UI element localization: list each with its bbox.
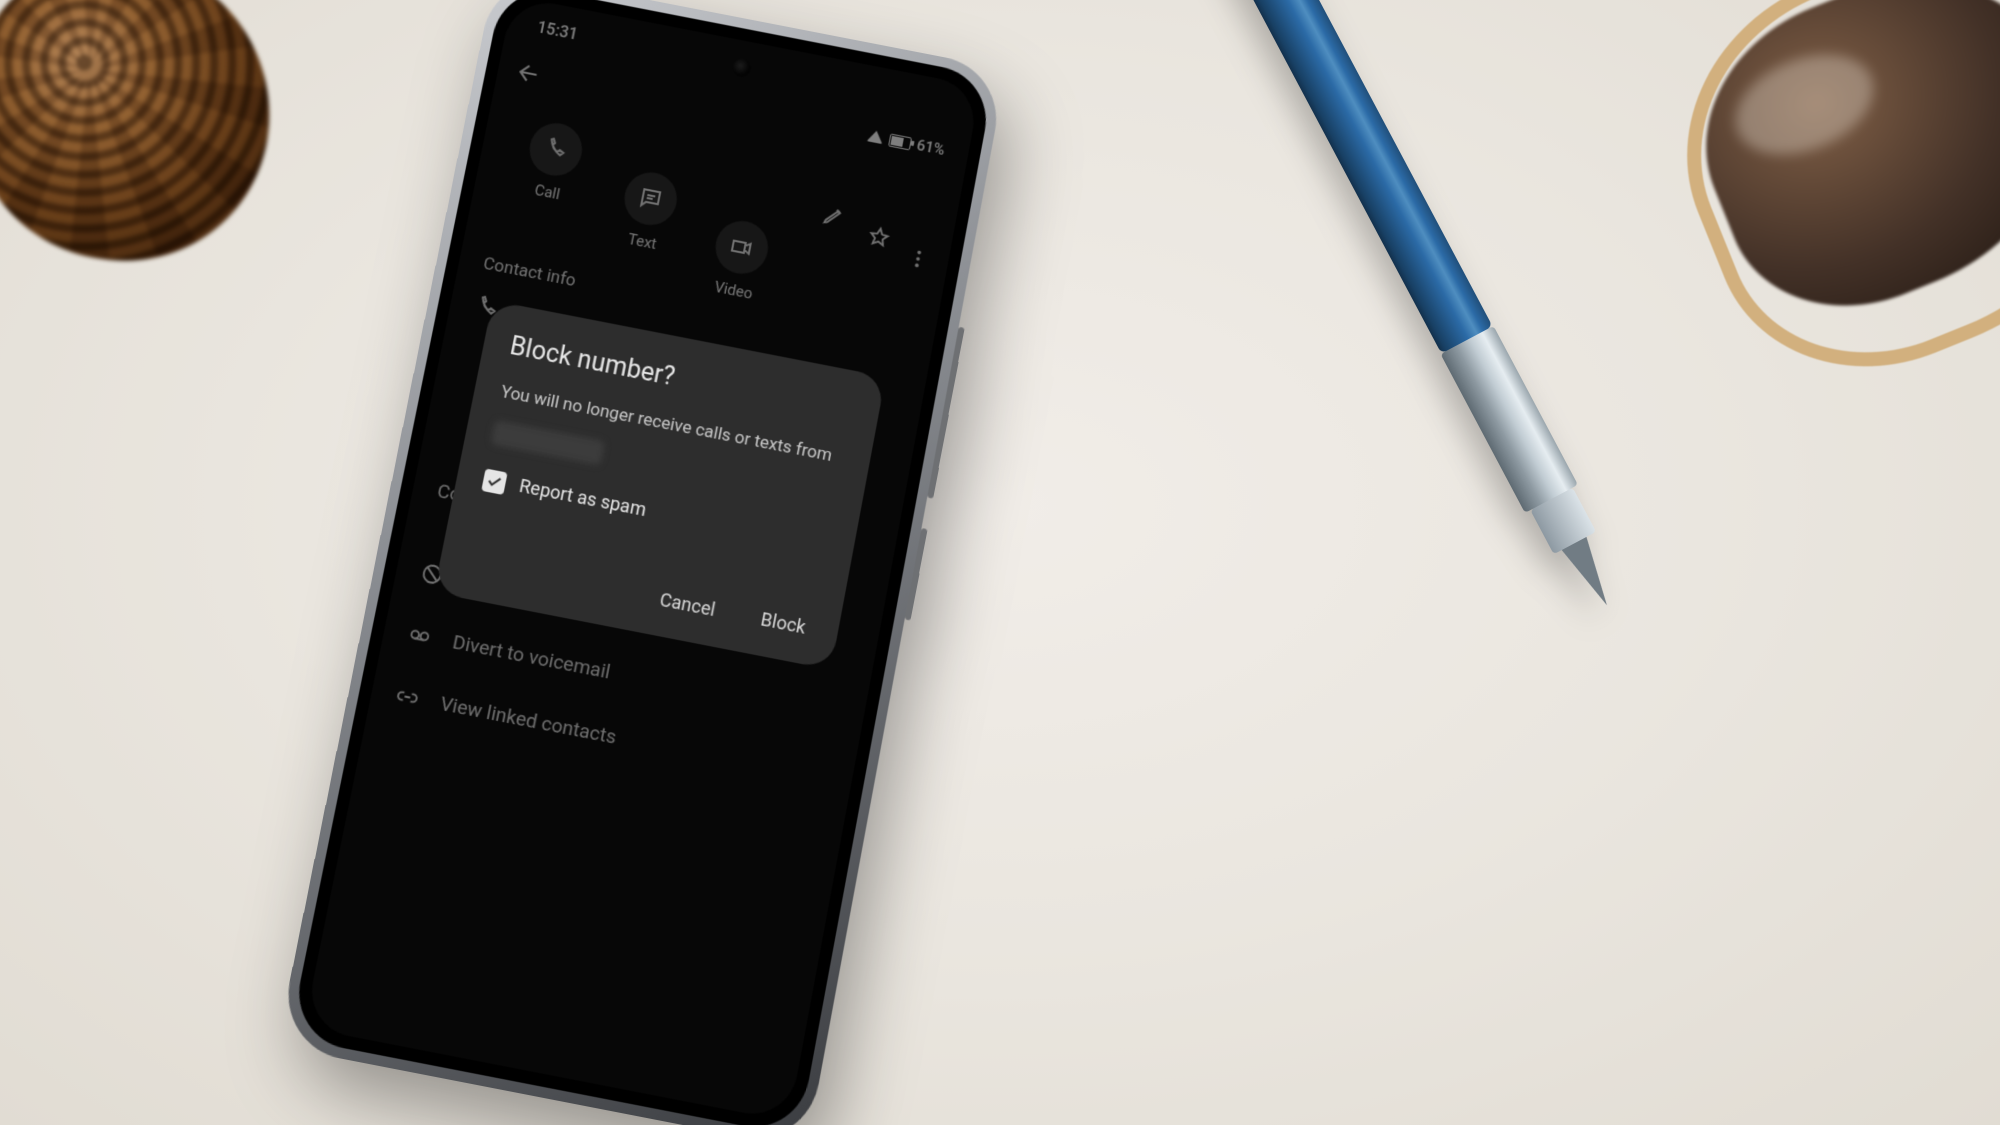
battery-icon xyxy=(888,133,912,150)
report-spam-row[interactable]: Report as spam xyxy=(481,468,829,557)
call-label: Call xyxy=(533,181,562,204)
report-spam-checkbox[interactable] xyxy=(481,468,507,495)
status-time: 15:31 xyxy=(536,17,580,43)
star-outline-icon xyxy=(866,224,892,250)
phone-screen: 15:31 61% xyxy=(304,0,981,1121)
message-icon xyxy=(636,185,664,213)
overflow-button[interactable] xyxy=(899,240,937,278)
pencil-icon xyxy=(821,203,847,229)
view-linked-label: View linked contacts xyxy=(438,691,618,749)
phone: 15:31 61% xyxy=(294,0,1007,1110)
report-spam-label: Report as spam xyxy=(517,476,647,522)
more-vert-icon xyxy=(905,246,931,272)
call-button[interactable]: Call xyxy=(520,119,587,206)
redacted-number xyxy=(491,420,606,466)
cancel-button[interactable]: Cancel xyxy=(650,578,725,633)
pinecone-prop xyxy=(0,0,289,279)
video-label: Video xyxy=(713,278,754,303)
arrow-back-icon xyxy=(514,58,545,89)
wifi-icon xyxy=(866,129,884,144)
sunglasses-prop xyxy=(1550,0,2000,492)
block-button[interactable]: Block xyxy=(751,597,815,650)
videocam-icon xyxy=(728,233,756,261)
desk-scene: 15:31 61% xyxy=(0,0,2000,1125)
divert-voicemail-label: Divert to voicemail xyxy=(451,630,613,684)
text-label: Text xyxy=(626,230,658,253)
favorite-button[interactable] xyxy=(860,218,898,256)
back-button[interactable] xyxy=(513,58,545,93)
text-button[interactable]: Text xyxy=(615,168,682,255)
edit-button[interactable] xyxy=(815,197,853,235)
check-icon xyxy=(485,472,504,491)
video-button[interactable]: Video xyxy=(706,217,772,305)
phone-icon xyxy=(542,135,570,163)
voicemail-icon xyxy=(407,622,434,649)
block-number-dialog: Block number? You will no longer receive… xyxy=(434,300,886,669)
pen-prop xyxy=(1117,0,1638,627)
link-icon xyxy=(394,683,421,710)
